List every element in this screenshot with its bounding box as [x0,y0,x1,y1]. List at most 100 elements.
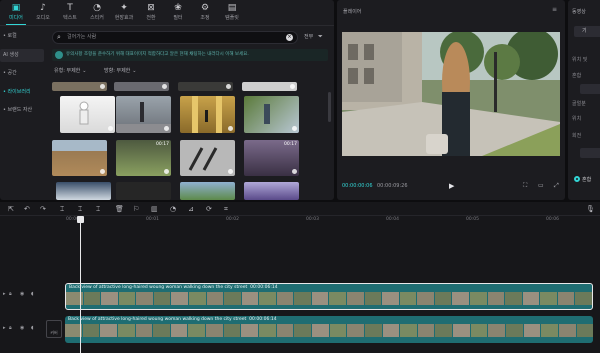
sidebar-item-library[interactable]: • 라이브러리 [0,86,44,99]
crop-timeline-icon[interactable]: ⌗ [224,204,228,214]
mirror-icon[interactable]: ⊿ [188,204,194,214]
sidebar-item-space[interactable]: • 공간 [0,67,44,80]
download-icon[interactable] [292,126,297,131]
eye-icon[interactable]: ◉ [20,325,24,331]
blend-dropdown[interactable] [580,84,600,94]
tool-audio[interactable]: ♪ 오디오 [29,2,57,22]
tool-media[interactable]: ▣ 미디어 [2,2,30,25]
lock-icon[interactable]: 🔒︎ [9,325,12,331]
orientation-dropdown[interactable]: 방향: 무제한 ⌄ [104,66,136,77]
play-icon[interactable]: ▶ [449,182,454,190]
media-sidebar: • 로컬 AI 생성 • 공간 • 라이브러리 • 브랜드 자산 [0,26,44,200]
playhead[interactable] [80,218,81,353]
filter-all-dropdown[interactable]: 전부 [304,33,313,42]
props-tab[interactable]: 기 [574,26,600,37]
audio-icon: ♪ [40,3,46,13]
media-thumb[interactable] [244,182,299,200]
tool-sticker[interactable]: ◔ 스티커 [83,2,111,22]
download-icon[interactable] [100,84,105,89]
track-toggle-icon[interactable]: ▸ [3,291,6,297]
tool-template[interactable]: ▤ 템플릿 [218,2,246,22]
time-ruler[interactable]: 00:00 00:01 00:02 00:03 00:04 00:05 00:0… [64,216,600,225]
blend-radio[interactable] [574,176,580,182]
media-thumb[interactable] [180,96,235,133]
media-thumb[interactable] [180,140,235,176]
sidebar-item-ai-generate[interactable]: AI 생성 [0,49,44,62]
player-title: 플레이어 [343,9,362,15]
search-input[interactable]: ⌕ 걸어가는 사람 × [52,31,298,44]
download-icon[interactable] [164,126,169,131]
track-toggle-icon[interactable]: ▸ [3,325,6,331]
eye-icon[interactable]: ◉ [20,291,24,297]
mark-icon[interactable]: ⚐ [133,204,139,214]
download-icon[interactable] [108,126,113,131]
media-thumb[interactable] [56,182,111,200]
tool-transition[interactable]: ⊠ 전환 [137,2,165,22]
reverse-icon[interactable]: ◔ [170,204,176,214]
tool-text[interactable]: T 텍스트 [56,2,84,22]
media-thumb[interactable] [180,182,235,200]
media-thumb[interactable] [244,96,299,133]
filter-icon: ❀ [174,3,182,13]
fullscreen-icon[interactable]: ⤢ [554,182,559,190]
sidebar-item-local[interactable]: • 로컬 [0,30,44,43]
rotate-stepper[interactable] [580,148,600,158]
timeline-toolbar: ⇱ ↶ ↷ ⌶ ⌶ ⌶ 🗑 ⚐ ▥ ◔ ⊿ ⟳ ⌗ 🎙 [0,202,600,216]
split-icon[interactable]: ⌶ [60,204,64,214]
media-thumb[interactable] [242,82,297,91]
cover-button[interactable]: 커버 [46,320,62,338]
undo-icon[interactable]: ↶ [24,204,30,214]
clear-icon[interactable]: × [286,34,293,41]
ratio-icon[interactable]: ▭ [538,182,544,189]
split-right-icon[interactable]: ⌶ [96,204,100,214]
media-icon: ▣ [11,3,21,13]
main-video-clip[interactable]: Back view of attractive long-haired woun… [65,316,593,343]
audio-toggle-icon[interactable]: ◖ [31,291,34,297]
playhead-handle[interactable] [77,216,84,223]
media-scrollbar[interactable] [328,92,331,122]
mic-icon[interactable]: 🎙 [586,204,595,214]
download-icon[interactable] [228,169,233,174]
sticker-icon: ◔ [93,3,101,13]
download-icon[interactable] [100,169,105,174]
download-icon[interactable] [292,169,297,174]
text-icon: T [67,3,73,13]
download-icon[interactable] [226,84,231,89]
menu-icon[interactable]: ≡ [552,6,557,13]
tool-effects[interactable]: ✦ 현장효과 [110,2,138,22]
media-thumb[interactable] [116,96,171,133]
download-icon[interactable] [164,169,169,174]
sidebar-item-brand-assets[interactable]: • 브랜드 자산 [0,104,44,117]
lock-icon[interactable]: 🔒︎ [9,291,12,297]
audio-toggle-icon[interactable]: ◖ [31,325,34,331]
tool-adjust[interactable]: ⚙ 조정 [191,2,219,22]
crop-icon[interactable]: ⛶ [523,182,527,190]
freeze-icon[interactable]: ▥ [151,204,158,214]
download-icon[interactable] [162,84,167,89]
shield-icon [55,51,63,59]
media-panel: ▣ 미디어 ♪ 오디오 T 텍스트 ◔ 스티커 ✦ 현장효과 ⊠ 전환 ❀ 필터… [0,0,334,200]
chevron-down-icon: ⌄ [132,68,137,74]
media-thumb[interactable]: 00:17 [116,140,171,176]
thumb-figure [192,96,222,133]
select-tool-icon[interactable]: ⇱ [8,204,14,214]
delete-icon[interactable]: 🗑 [115,204,124,214]
media-thumb[interactable] [116,182,171,200]
video-clip[interactable]: Back view of attractive long-haired woun… [65,283,593,310]
media-thumb[interactable]: 00:17 [244,140,299,176]
track-header: ▸ 🔒︎ ◉ ◖ [0,281,64,309]
media-thumb[interactable] [52,82,107,91]
rotate-icon[interactable]: ⟳ [206,204,212,214]
type-dropdown[interactable]: 유형: 무제한 ⌄ [54,66,86,77]
video-preview[interactable] [342,32,560,156]
media-thumb[interactable] [178,82,233,91]
media-thumb[interactable] [60,96,115,133]
split-left-icon[interactable]: ⌶ [78,204,82,214]
download-icon[interactable] [290,84,295,89]
media-thumb[interactable] [52,140,107,176]
tool-filter[interactable]: ❀ 필터 [164,2,192,22]
filter-funnel-icon[interactable]: ⏷ [318,33,323,41]
media-thumb[interactable] [114,82,169,91]
redo-icon[interactable]: ↷ [40,204,46,214]
download-icon[interactable] [228,126,233,131]
